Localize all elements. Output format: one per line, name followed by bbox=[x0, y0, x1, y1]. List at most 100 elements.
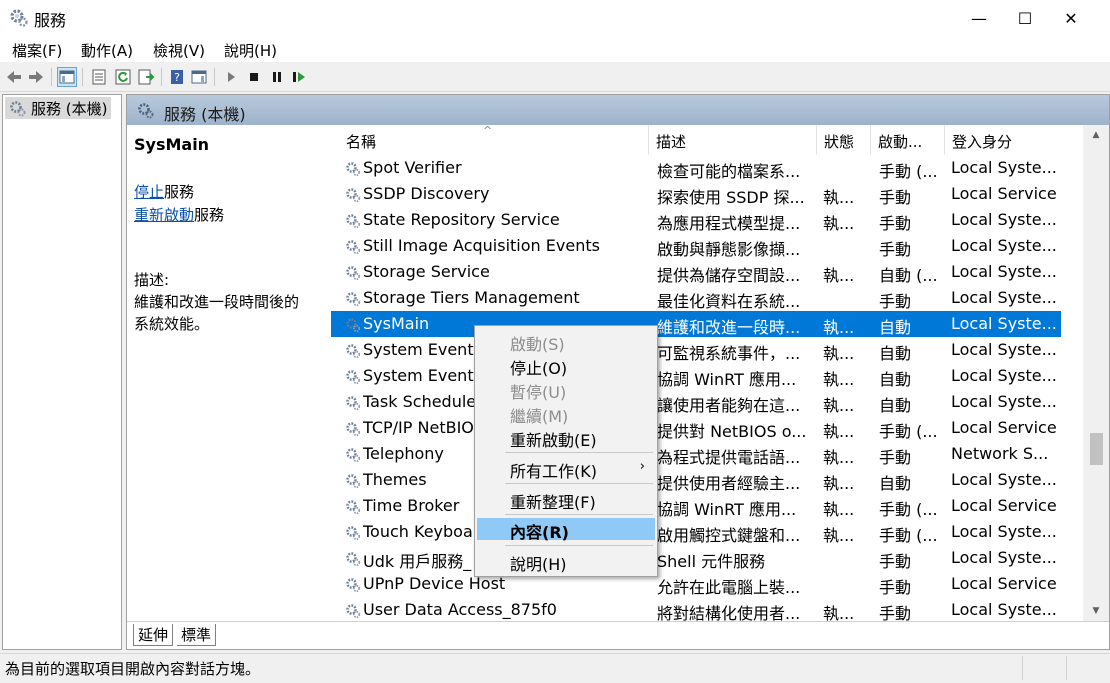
selected-service-name: SysMain bbox=[134, 135, 210, 154]
service-gear-icon bbox=[346, 578, 361, 593]
services-gear-icon bbox=[138, 103, 154, 119]
vertical-scrollbar[interactable]: ▲ ▼ bbox=[1083, 125, 1109, 621]
pause-service-icon[interactable] bbox=[268, 68, 286, 86]
menu-file[interactable]: 檔案(F) bbox=[12, 40, 62, 61]
table-row[interactable]: Storage Service 提供為儲存空間設... 執... 自動 (... Loc… bbox=[331, 259, 1061, 285]
service-gear-icon bbox=[346, 370, 361, 385]
table-row[interactable]: UPnP Device Host 允許在此電腦上裝... 手動 Local Servi… bbox=[331, 571, 1061, 597]
properties-sheet-icon[interactable] bbox=[90, 68, 108, 86]
table-row[interactable]: Udk 用戶服務_ Shell 元件服務 手動 Local Syste... bbox=[331, 545, 1061, 571]
table-row[interactable]: Telephony 為程式提供電話語... 執... 手動 Network S... bbox=[331, 441, 1061, 467]
help-icon[interactable]: ? bbox=[168, 68, 186, 86]
service-description: 協調 WinRT 應用... bbox=[657, 370, 797, 389]
service-gear-icon bbox=[346, 162, 361, 177]
service-status: 執... bbox=[823, 188, 855, 207]
table-row[interactable]: SysMain 維護和改進一段時... 執... 自動 Local Syste... bbox=[331, 311, 1061, 337]
menu-item-resume[interactable]: 繼續(M) bbox=[477, 402, 655, 426]
table-row[interactable]: Still Image Acquisition Events 啟動與靜態影像擷..… bbox=[331, 233, 1061, 259]
table-row[interactable]: Touch Keyboa 啟用觸控式鍵盤和... 執... 手動 (... Local … bbox=[331, 519, 1061, 545]
show-console-tree-icon[interactable] bbox=[57, 67, 77, 87]
service-status: 執... bbox=[823, 396, 855, 415]
service-log-on-as: Local Service bbox=[951, 418, 1057, 437]
menu-item-all-tasks[interactable]: 所有工作(K) › bbox=[477, 457, 655, 481]
show-action-pane-icon[interactable] bbox=[190, 68, 208, 86]
status-bar-divider bbox=[1066, 656, 1067, 680]
service-startup-type: 手動 bbox=[879, 604, 912, 621]
service-startup-type: 自動 bbox=[879, 318, 912, 337]
table-row[interactable]: Storage Tiers Management 最佳化資料在系統... 手動 Loc… bbox=[331, 285, 1061, 311]
menu-separator bbox=[505, 483, 653, 484]
menu-separator bbox=[505, 452, 653, 453]
service-startup-type: 手動 (... bbox=[879, 500, 938, 519]
menu-item-help[interactable]: 說明(H) bbox=[477, 550, 655, 574]
back-arrow-icon[interactable] bbox=[5, 68, 23, 86]
table-row[interactable]: Task Schedule 讓使用者能夠在這... 執... 自動 Local Syst… bbox=[331, 389, 1061, 415]
service-name: Still Image Acquisition Events bbox=[363, 236, 600, 255]
toolbar-separator bbox=[51, 68, 52, 86]
service-description: 提供對 NetBIOS o... bbox=[657, 422, 807, 441]
restart-service-link[interactable]: 重新啟動 bbox=[134, 206, 194, 224]
menu-item-properties[interactable]: 內容(R) bbox=[477, 518, 655, 542]
service-description: 維護和改進一段時... bbox=[657, 318, 801, 337]
stop-service-icon[interactable] bbox=[245, 68, 263, 86]
service-description: 協調 WinRT 應用... bbox=[657, 500, 797, 519]
menu-item-refresh[interactable]: 重新整理(F) bbox=[477, 488, 655, 512]
table-row[interactable]: Spot Verifier 檢查可能的檔案系... 手動 (... Local Sys… bbox=[331, 155, 1061, 181]
service-description: Shell 元件服務 bbox=[657, 552, 766, 571]
close-button[interactable]: ✕ bbox=[1048, 0, 1094, 36]
service-log-on-as: Local Service bbox=[951, 574, 1057, 593]
service-gear-icon bbox=[346, 240, 361, 255]
menu-item-restart[interactable]: 重新啟動(E) bbox=[477, 426, 655, 450]
scrollbar-thumb[interactable] bbox=[1090, 433, 1103, 465]
menu-view[interactable]: 檢視(V) bbox=[153, 40, 205, 61]
service-gear-icon bbox=[346, 188, 361, 203]
table-row[interactable]: System Events 協調 WinRT 應用... 執... 自動 Local S… bbox=[331, 363, 1061, 389]
service-gear-icon bbox=[346, 292, 361, 307]
status-bar: 為目前的選取項目開啟內容對話方塊。 bbox=[0, 653, 1110, 683]
restart-service-icon[interactable] bbox=[290, 68, 308, 86]
service-description: 為應用程式模型提... bbox=[657, 214, 801, 233]
service-description: 提供使用者經驗主... bbox=[657, 474, 801, 493]
description-text-line1: 維護和改進一段時間後的 bbox=[134, 293, 300, 311]
submenu-arrow-icon: › bbox=[639, 459, 645, 474]
toolbar-separator bbox=[82, 68, 83, 86]
table-row[interactable]: Time Broker 協調 WinRT 應用... 執... 手動 (... Loca… bbox=[331, 493, 1061, 519]
column-header-status[interactable]: 狀態 bbox=[817, 125, 871, 155]
column-header-startup-type[interactable]: 啟動... bbox=[871, 125, 945, 155]
service-status: 執... bbox=[823, 526, 855, 545]
forward-arrow-icon[interactable] bbox=[27, 68, 45, 86]
tab-extended[interactable]: 延伸 bbox=[133, 624, 174, 646]
table-row[interactable]: State Repository Service 為應用程式模型提... 執... 手… bbox=[331, 207, 1061, 233]
title-bar: 服務 — ☐ ✕ bbox=[0, 0, 1110, 36]
restart-service-line: 重新啟動服務 bbox=[134, 204, 224, 225]
scroll-up-icon[interactable]: ▲ bbox=[1083, 125, 1109, 145]
menu-help[interactable]: 說明(H) bbox=[224, 40, 277, 61]
menu-action[interactable]: 動作(A) bbox=[81, 40, 133, 61]
menu-item-stop[interactable]: 停止(O) bbox=[477, 354, 655, 378]
services-gear-icon bbox=[10, 9, 28, 27]
tree-item-services-local[interactable]: 服務 (本機) bbox=[5, 97, 112, 119]
maximize-button[interactable]: ☐ bbox=[1002, 0, 1048, 36]
column-header-name[interactable]: ^ 名稱 bbox=[331, 125, 649, 155]
menu-separator bbox=[505, 514, 653, 515]
scroll-down-icon[interactable]: ▼ bbox=[1083, 601, 1109, 621]
service-gear-icon bbox=[346, 500, 361, 515]
tab-standard[interactable]: 標準 bbox=[177, 624, 217, 646]
table-row[interactable]: User Data Access_875f0 將對結構化使用者... 執... 手動 L… bbox=[331, 597, 1061, 621]
export-list-icon[interactable] bbox=[137, 68, 155, 86]
services-list: ^ 名稱 描述 狀態 啟動... 登入身分 Spot Verifier 檢查可能的… bbox=[331, 125, 1083, 621]
menu-item-start[interactable]: 啟動(S) bbox=[477, 330, 655, 354]
start-service-icon[interactable] bbox=[222, 68, 240, 86]
table-row[interactable]: SSDP Discovery 探索使用 SSDP 探... 執... 手動 Local … bbox=[331, 181, 1061, 207]
table-row[interactable]: System Event 可監視系統事件，... 執... 自動 Local Syste… bbox=[331, 337, 1061, 363]
menu-item-pause[interactable]: 暫停(U) bbox=[477, 378, 655, 402]
column-header-log-on-as[interactable]: 登入身分 bbox=[945, 125, 1083, 155]
table-row[interactable]: TCP/IP NetBIO 提供對 NetBIOS o... 執... 手動 (...… bbox=[331, 415, 1061, 441]
column-header-description[interactable]: 描述 bbox=[649, 125, 817, 155]
stop-service-link[interactable]: 停止 bbox=[134, 183, 164, 201]
minimize-button[interactable]: — bbox=[956, 0, 1002, 36]
toolbar-separator bbox=[214, 68, 215, 86]
table-row[interactable]: Themes 提供使用者經驗主... 執... 自動 Local Syste... bbox=[331, 467, 1061, 493]
refresh-icon[interactable] bbox=[114, 68, 132, 86]
service-status: 執... bbox=[823, 474, 855, 493]
